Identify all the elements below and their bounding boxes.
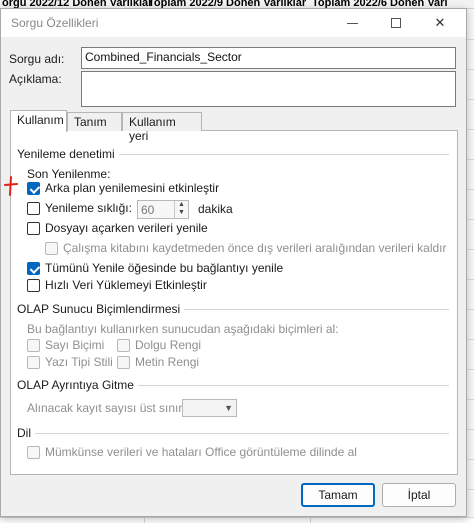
stepper-arrows[interactable]: ▲ ▼: [174, 201, 188, 218]
fill-color-checkbox[interactable]: [117, 339, 130, 352]
refresh-group-title: Yenileme denetimi: [17, 147, 119, 161]
refresh-on-open-label[interactable]: Dosyayı açarken verileri yenile: [45, 221, 208, 235]
fast-load-checkbox[interactable]: [27, 279, 40, 292]
font-style-label: Yazı Tipi Stili: [45, 355, 113, 369]
close-button[interactable]: ✕: [419, 9, 461, 37]
stepper-down-icon[interactable]: ▼: [175, 209, 188, 217]
dialog-titlebar[interactable]: Sorgu Özellikleri ✕: [1, 9, 466, 37]
office-language-label: Mümkünse verileri ve hataları Office gör…: [45, 445, 357, 459]
tab-usage[interactable]: Kullanım: [10, 110, 67, 132]
close-icon: ✕: [434, 15, 446, 30]
language-group-title: Dil: [17, 426, 35, 440]
last-refresh-label: Son Yenilenme:: [27, 167, 111, 181]
text-color-checkbox[interactable]: [117, 356, 130, 369]
number-format-checkbox[interactable]: [27, 339, 40, 352]
maximize-icon: [391, 18, 401, 28]
tab-used-in[interactable]: Kullanım yeri: [122, 112, 202, 143]
query-name-input[interactable]: Combined_Financials_Sector: [81, 47, 456, 69]
font-style-checkbox[interactable]: [27, 356, 40, 369]
spreadsheet-edge: [466, 9, 474, 523]
dialog-title: Sorgu Özellikleri: [11, 16, 99, 30]
refresh-all-checkbox[interactable]: [27, 262, 40, 275]
query-name-value: Combined_Financials_Sector: [85, 50, 242, 64]
fast-load-label[interactable]: Hızlı Veri Yüklemeyi Etkinleştir: [45, 278, 207, 292]
olap-drill-group-title: OLAP Ayrıntıya Gitme: [17, 378, 138, 392]
max-records-dropdown[interactable]: ▼: [182, 399, 237, 417]
language-group-divider: [19, 433, 449, 434]
cancel-button[interactable]: İptal: [382, 483, 456, 507]
description-input[interactable]: [81, 71, 456, 107]
fill-color-label: Dolgu Rengi: [135, 338, 202, 352]
query-name-label: Sorgu adı:: [9, 52, 65, 66]
tab-definition[interactable]: Tanım: [67, 112, 122, 131]
text-color-label: Metin Rengi: [135, 355, 200, 369]
office-language-checkbox[interactable]: [27, 446, 40, 459]
minimize-button[interactable]: [331, 9, 373, 37]
refresh-every-checkbox[interactable]: [27, 202, 40, 215]
query-properties-dialog: Sorgu Özellikleri ✕ Sorgu adı: Combined_…: [0, 8, 467, 517]
refresh-interval-value: 60: [141, 203, 155, 217]
chevron-down-icon: ▼: [224, 403, 233, 413]
refresh-all-label[interactable]: Tümünü Yenile öğesinde bu bağlantıyı yen…: [45, 261, 283, 275]
maximize-button[interactable]: [375, 9, 417, 37]
remove-data-before-save-checkbox[interactable]: [45, 242, 58, 255]
background-refresh-label[interactable]: Arka plan yenilemesini etkinleştir: [45, 181, 219, 195]
remove-data-before-save-label: Çalışma kitabını kaydetmeden önce dış ve…: [63, 241, 447, 255]
background-refresh-checkbox[interactable]: [27, 182, 40, 195]
refresh-interval-unit: dakika: [198, 202, 233, 216]
minimize-icon: [346, 22, 358, 24]
refresh-on-open-checkbox[interactable]: [27, 222, 40, 235]
red-annotation-mark-icon: [4, 176, 18, 196]
number-format-label: Sayı Biçimi: [45, 338, 105, 352]
spreadsheet-bottom-rows: [0, 517, 474, 523]
description-label: Açıklama:: [9, 72, 62, 86]
olap-format-description: Bu bağlantıyı kullanırken sunucudan aşağ…: [27, 322, 339, 336]
ok-button[interactable]: Tamam: [301, 483, 375, 507]
stepper-up-icon[interactable]: ▲: [175, 201, 188, 209]
refresh-interval-stepper[interactable]: 60 ▲ ▼: [137, 200, 189, 219]
refresh-every-label[interactable]: Yenileme sıklığı:: [45, 201, 132, 215]
max-records-label: Alınacak kayıt sayısı üst sınırı:: [27, 401, 190, 415]
olap-format-group-title: OLAP Sunucu Biçimlendirmesi: [17, 302, 185, 316]
